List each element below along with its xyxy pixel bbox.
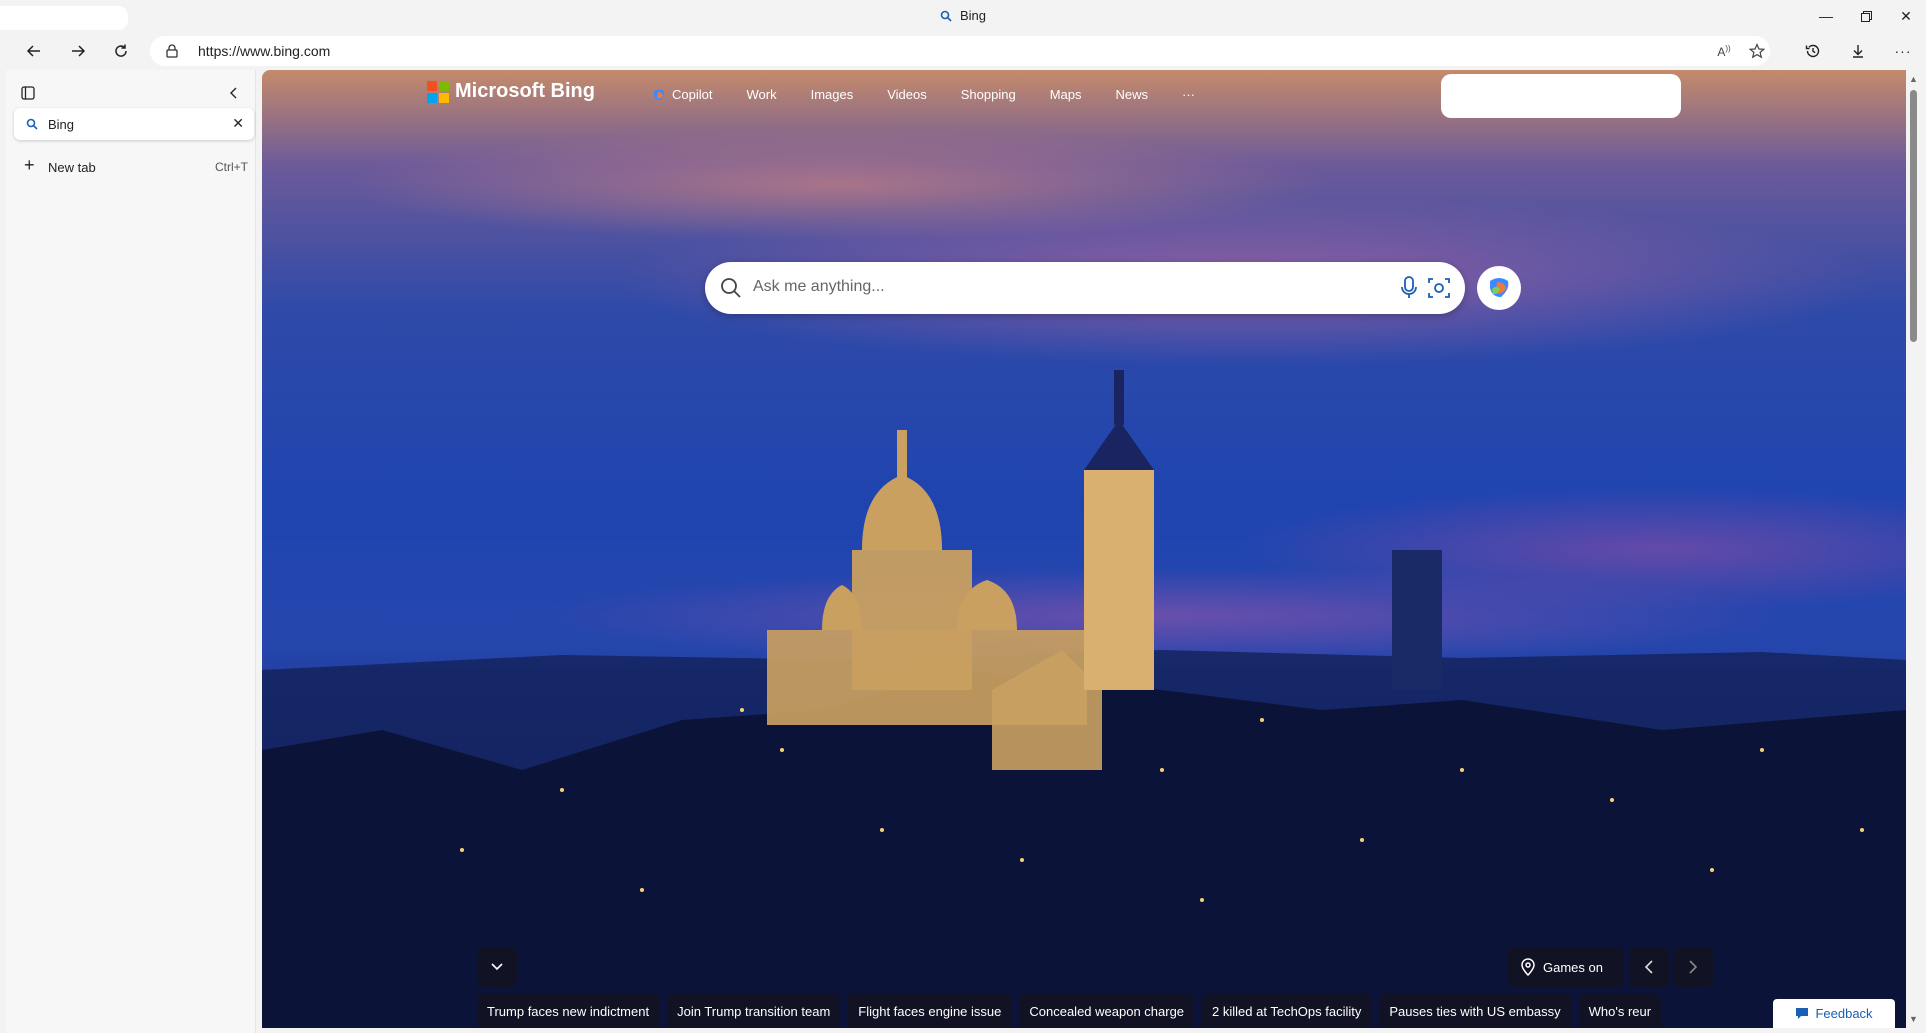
news-item[interactable]: 2 killed at TechOps facility <box>1202 994 1372 1028</box>
refresh-button[interactable] <box>105 35 137 67</box>
minimize-icon: — <box>1819 8 1833 24</box>
news-item[interactable]: Flight faces engine issue <box>848 994 1012 1028</box>
scroll-down-icon[interactable]: ▼ <box>1909 1014 1918 1024</box>
restore-icon <box>1860 10 1872 22</box>
microsoft-logo-icon <box>427 80 449 103</box>
chevron-down-icon <box>491 963 503 971</box>
nav-news[interactable]: News <box>1115 87 1148 102</box>
background-image <box>262 370 1906 1028</box>
back-icon <box>26 45 40 57</box>
games-label: Games on <box>1543 959 1603 975</box>
feedback-button[interactable]: Feedback <box>1773 999 1895 1028</box>
tab-label: Bing <box>48 117 75 132</box>
location-pin-icon <box>1521 958 1535 976</box>
news-item[interactable]: Pauses ties with US embassy <box>1379 994 1571 1028</box>
favorite-button[interactable] <box>1746 42 1768 60</box>
bing-logo[interactable]: Microsoft Bing <box>427 80 595 103</box>
trending-news-strip: Trump faces new indictment Join Trump tr… <box>477 994 1717 1028</box>
lock-icon[interactable] <box>166 44 178 58</box>
nav-videos[interactable]: Videos <box>887 87 927 102</box>
next-image-button[interactable] <box>1673 947 1713 987</box>
forward-button[interactable] <box>62 35 94 67</box>
window-title-text: Bing <box>960 8 987 23</box>
copilot-icon <box>654 89 665 100</box>
close-button[interactable]: ✕ <box>1886 0 1926 32</box>
microphone-icon[interactable] <box>1400 276 1418 300</box>
top-navigation: Copilot Work Images Videos Shopping Maps… <box>652 87 1195 102</box>
news-item[interactable]: Concealed weapon charge <box>1019 994 1195 1028</box>
minimize-button[interactable]: — <box>1806 0 1846 32</box>
more-icon: ··· <box>1894 43 1912 59</box>
read-aloud-icon: A)) <box>1717 43 1731 59</box>
logo-text: Microsoft Bing <box>455 80 595 102</box>
history-button[interactable] <box>1797 35 1829 67</box>
restore-button[interactable] <box>1846 0 1886 32</box>
new-tab-label: New tab <box>48 160 96 175</box>
feedback-label: Feedback <box>1815 1006 1873 1021</box>
search-box[interactable]: Ask me anything... <box>705 262 1465 314</box>
downloads-button[interactable] <box>1842 35 1874 67</box>
url-text[interactable]: https://www.bing.com <box>198 43 330 59</box>
forward-icon <box>72 45 86 57</box>
feedback-icon <box>1796 1008 1809 1019</box>
history-icon <box>1805 44 1820 58</box>
vertical-tabs-pane: Bing ✕ + New tab Ctrl+T <box>6 70 256 1033</box>
nav-work[interactable]: Work <box>746 87 776 102</box>
plus-icon: + <box>24 155 35 175</box>
nav-maps[interactable]: Maps <box>1050 87 1082 102</box>
collapse-pane-icon[interactable] <box>228 86 240 100</box>
search-icon <box>940 10 952 22</box>
new-tab-shortcut: Ctrl+T <box>215 160 248 174</box>
tab-bing[interactable]: Bing ✕ <box>14 108 254 140</box>
expand-feed-button[interactable] <box>477 947 517 987</box>
refresh-icon <box>115 44 127 57</box>
download-icon <box>1853 45 1863 58</box>
back-button[interactable] <box>18 35 50 67</box>
news-item[interactable]: Who's reur <box>1578 994 1662 1028</box>
copilot-button[interactable] <box>1477 266 1521 310</box>
previous-image-button[interactable] <box>1629 947 1669 987</box>
scroll-up-icon[interactable]: ▲ <box>1909 74 1918 84</box>
news-item[interactable]: Join Trump transition team <box>667 994 841 1028</box>
search-input[interactable]: Ask me anything... <box>753 278 885 296</box>
nav-shopping[interactable]: Shopping <box>961 87 1016 102</box>
new-tab-button[interactable]: + New tab Ctrl+T <box>18 154 248 180</box>
search-icon <box>26 118 38 130</box>
bing-homepage: Microsoft Bing Copilot Work Images Video… <box>262 70 1906 1028</box>
news-item[interactable]: Trump faces new indictment <box>477 994 660 1028</box>
nav-images[interactable]: Images <box>811 87 854 102</box>
read-aloud-button[interactable]: A)) <box>1713 42 1735 60</box>
settings-more-button[interactable]: ··· <box>1887 35 1919 67</box>
browser-toolbar: https://www.bing.com A)) ··· <box>0 32 1926 70</box>
close-icon: ✕ <box>1900 7 1912 24</box>
address-bar[interactable]: https://www.bing.com A)) <box>150 36 1770 66</box>
nav-more[interactable]: ··· <box>1182 87 1195 102</box>
page-scrollbar[interactable]: ▲ ▼ <box>1906 70 1920 1028</box>
search-icon <box>721 278 741 298</box>
chevron-left-icon <box>1644 960 1653 974</box>
games-button[interactable]: Games on <box>1507 947 1623 987</box>
close-tab-icon[interactable]: ✕ <box>232 115 244 132</box>
nav-copilot[interactable]: Copilot <box>652 87 712 102</box>
nav-copilot-label: Copilot <box>672 87 713 102</box>
tab-actions-icon[interactable] <box>21 86 35 100</box>
favorite-star-icon <box>1749 43 1765 59</box>
scrollbar-thumb[interactable] <box>1910 90 1917 342</box>
window-title: Bing <box>940 8 986 23</box>
chevron-right-icon <box>1689 960 1698 974</box>
profile-area[interactable] <box>0 6 128 30</box>
account-area[interactable] <box>1441 74 1681 118</box>
visual-search-icon[interactable] <box>1427 276 1451 300</box>
copilot-icon <box>1490 278 1509 297</box>
title-bar: Bing — ✕ <box>0 0 1926 32</box>
